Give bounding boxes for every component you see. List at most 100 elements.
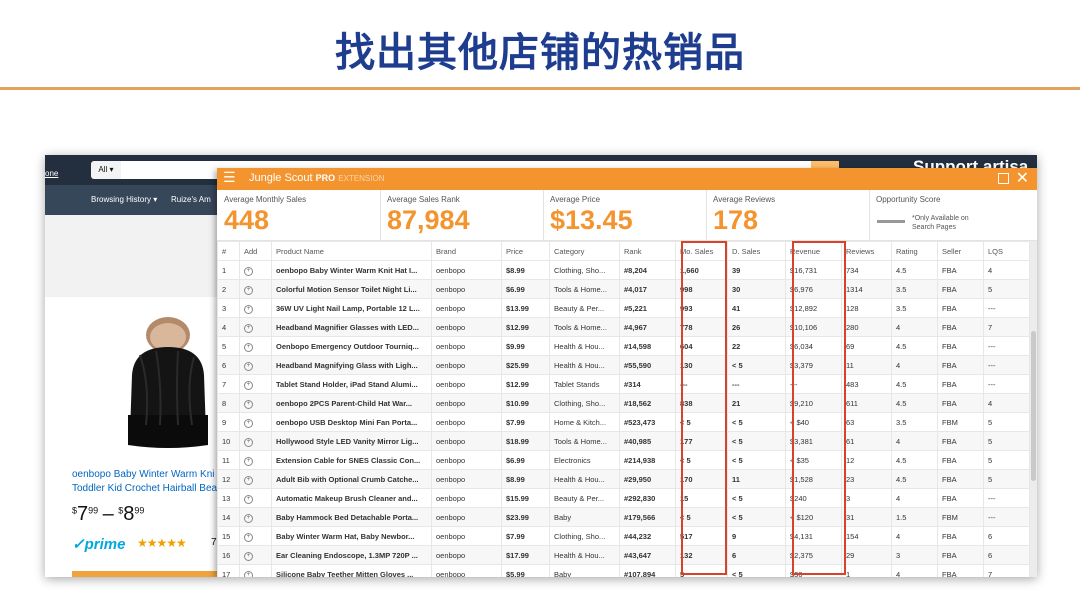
- cell-title[interactable]: Silicone Baby Teether Mitten Gloves ...: [271, 564, 432, 577]
- cell-add[interactable]: +: [239, 450, 272, 470]
- add-product-icon[interactable]: +: [244, 437, 253, 447]
- column-header-rank[interactable]: Rank: [619, 241, 676, 261]
- column-header-reviews[interactable]: Reviews: [841, 241, 892, 261]
- column-header-lqs[interactable]: LQS: [983, 241, 1030, 261]
- cell-add[interactable]: +: [239, 374, 272, 394]
- add-product-icon[interactable]: +: [244, 399, 253, 409]
- column-header-dsales[interactable]: D. Sales: [727, 241, 786, 261]
- nav-account[interactable]: Ruize's Am: [171, 195, 211, 204]
- add-product-icon[interactable]: +: [244, 380, 253, 390]
- add-product-icon[interactable]: +: [244, 304, 253, 314]
- add-product-icon[interactable]: +: [244, 494, 253, 504]
- cell-add[interactable]: +: [239, 526, 272, 546]
- table-row[interactable]: 12 + Adult Bib with Optional Crumb Catche.…: [217, 469, 1030, 489]
- close-icon[interactable]: ✕: [1016, 169, 1029, 187]
- cell-title[interactable]: Tablet Stand Holder, iPad Stand Alumi...: [271, 374, 432, 394]
- cell-add[interactable]: +: [239, 298, 272, 318]
- table-row[interactable]: 5 + Oenbopo Emergency Outdoor Tourniq... oe…: [217, 336, 1030, 356]
- cell-title[interactable]: Ear Cleaning Endoscope, 1.3MP 720P ...: [271, 545, 432, 565]
- table-row[interactable]: 15 + Baby Winter Warm Hat, Baby Newbor... o…: [217, 526, 1030, 546]
- column-header-revenue[interactable]: Revenue: [785, 241, 842, 261]
- cell-add[interactable]: +: [239, 469, 272, 489]
- add-product-icon[interactable]: +: [244, 418, 253, 428]
- table-row[interactable]: 3 +36W UV Light Nail Lamp, Portable 12 L.…: [217, 298, 1030, 318]
- cell-add[interactable]: +: [239, 488, 272, 508]
- amazon-logo-fragment[interactable]: one: [45, 169, 58, 178]
- table-row[interactable]: 13 + Automatic Makeup Brush Cleaner and...…: [217, 488, 1030, 508]
- cell-rank: #43,647: [619, 545, 676, 565]
- table-row[interactable]: 7 + Tablet Stand Holder, iPad Stand Alumi.…: [217, 374, 1030, 394]
- cell-title[interactable]: Oenbopo Emergency Outdoor Tourniq...: [271, 336, 432, 356]
- cell-add[interactable]: +: [239, 564, 272, 577]
- cell-title[interactable]: Headband Magnifying Glass with Ligh...: [271, 355, 432, 375]
- column-header-add[interactable]: Add: [239, 241, 272, 261]
- table-row[interactable]: 2 + Colorful Motion Sensor Toilet Night Li…: [217, 279, 1030, 299]
- table-row[interactable]: 14 + Baby Hammock Bed Detachable Porta... o…: [217, 507, 1030, 527]
- table-row[interactable]: 10 + Hollywood Style LED Vanity Mirror Lig…: [217, 431, 1030, 451]
- cell-title[interactable]: Colorful Motion Sensor Toilet Night Li..…: [271, 279, 432, 299]
- cell-add[interactable]: +: [239, 431, 272, 451]
- cell-add[interactable]: +: [239, 545, 272, 565]
- table-row[interactable]: 17 + Silicone Baby Teether Mitten Gloves .…: [217, 564, 1030, 577]
- column-header-num[interactable]: #: [217, 241, 240, 261]
- column-header-category[interactable]: Category: [549, 241, 620, 261]
- cell-title[interactable]: oenbopo Baby Winter Warm Knit Hat I...: [271, 260, 432, 280]
- column-header-brand[interactable]: Brand: [431, 241, 502, 261]
- cell-title[interactable]: Extension Cable for SNES Classic Con...: [271, 450, 432, 470]
- cell-add[interactable]: +: [239, 336, 272, 356]
- add-product-icon[interactable]: +: [244, 532, 253, 542]
- add-product-icon[interactable]: +: [244, 570, 253, 577]
- add-product-icon[interactable]: +: [244, 513, 253, 523]
- table-row[interactable]: 1 + oenbopo Baby Winter Warm Knit Hat I...…: [217, 260, 1030, 280]
- table-scrollbar[interactable]: [1030, 241, 1037, 577]
- table-row[interactable]: 9 + oenbopo USB Desktop Mini Fan Porta... o…: [217, 412, 1030, 432]
- menu-icon[interactable]: ☰: [223, 170, 236, 186]
- cell-brand: oenbopo: [431, 431, 502, 451]
- add-product-icon[interactable]: +: [244, 285, 253, 295]
- add-product-icon[interactable]: +: [244, 475, 253, 485]
- cell-title[interactable]: Hollywood Style LED Vanity Mirror Lig...: [271, 431, 432, 451]
- cell-add[interactable]: +: [239, 317, 272, 337]
- column-header-sales[interactable]: Mo. Sales: [675, 241, 728, 261]
- add-product-icon[interactable]: +: [244, 361, 253, 371]
- cell-title[interactable]: Headband Magnifier Glasses with LED...: [271, 317, 432, 337]
- add-product-icon[interactable]: +: [244, 551, 253, 561]
- add-product-icon[interactable]: +: [244, 342, 253, 352]
- cell-title[interactable]: Baby Winter Warm Hat, Baby Newbor...: [271, 526, 432, 546]
- table-row[interactable]: 16 + Ear Cleaning Endoscope, 1.3MP 720P ..…: [217, 545, 1030, 565]
- column-header-rating[interactable]: Rating: [891, 241, 938, 261]
- table-row[interactable]: 11 + Extension Cable for SNES Classic Con.…: [217, 450, 1030, 470]
- cell-add[interactable]: +: [239, 279, 272, 299]
- cell-title[interactable]: Automatic Makeup Brush Cleaner and...: [271, 488, 432, 508]
- cell-category: Home & Kitch...: [549, 412, 620, 432]
- nav-browsing-history[interactable]: Browsing History ▾: [91, 195, 157, 204]
- table-row[interactable]: 8 + oenbopo 2PCS Parent-Child Hat War... oe…: [217, 393, 1030, 413]
- window-toggle-icon[interactable]: [998, 173, 1009, 184]
- cell-title[interactable]: Baby Hammock Bed Detachable Porta...: [271, 507, 432, 527]
- star-rating[interactable]: ★★★★★: [137, 536, 187, 550]
- column-header-seller[interactable]: Seller: [937, 241, 984, 261]
- cell-add[interactable]: +: [239, 507, 272, 527]
- cell-title[interactable]: oenbopo 2PCS Parent-Child Hat War...: [271, 393, 432, 413]
- column-header-price[interactable]: Price: [501, 241, 550, 261]
- cell-add[interactable]: +: [239, 355, 272, 375]
- table-row[interactable]: 4 + Headband Magnifier Glasses with LED...…: [217, 317, 1030, 337]
- review-count[interactable]: 7: [211, 537, 217, 548]
- cell-add[interactable]: +: [239, 260, 272, 280]
- product-image-hat[interactable]: [120, 315, 215, 450]
- table-row[interactable]: 6 + Headband Magnifying Glass with Ligh...…: [217, 355, 1030, 375]
- scrollbar-thumb[interactable]: [1031, 331, 1036, 481]
- cell-add[interactable]: +: [239, 412, 272, 432]
- column-header-title[interactable]: Product Name: [271, 241, 432, 261]
- cell-lqs: 4: [983, 260, 1030, 280]
- cell-title[interactable]: Adult Bib with Optional Crumb Catche...: [271, 469, 432, 489]
- add-product-icon[interactable]: +: [244, 456, 253, 466]
- cell-add[interactable]: +: [239, 393, 272, 413]
- add-to-cart-strip[interactable]: [72, 571, 222, 577]
- add-product-icon[interactable]: +: [244, 323, 253, 333]
- cell-title[interactable]: oenbopo USB Desktop Mini Fan Porta...: [271, 412, 432, 432]
- search-scope-dropdown[interactable]: All ▾: [91, 161, 121, 179]
- cell-title[interactable]: 36W UV Light Nail Lamp, Portable 12 L...: [271, 298, 432, 318]
- add-product-icon[interactable]: +: [244, 266, 253, 276]
- amazon-product-title[interactable]: oenbopo Baby Winter Warm Kni Toddler Kid…: [72, 468, 222, 496]
